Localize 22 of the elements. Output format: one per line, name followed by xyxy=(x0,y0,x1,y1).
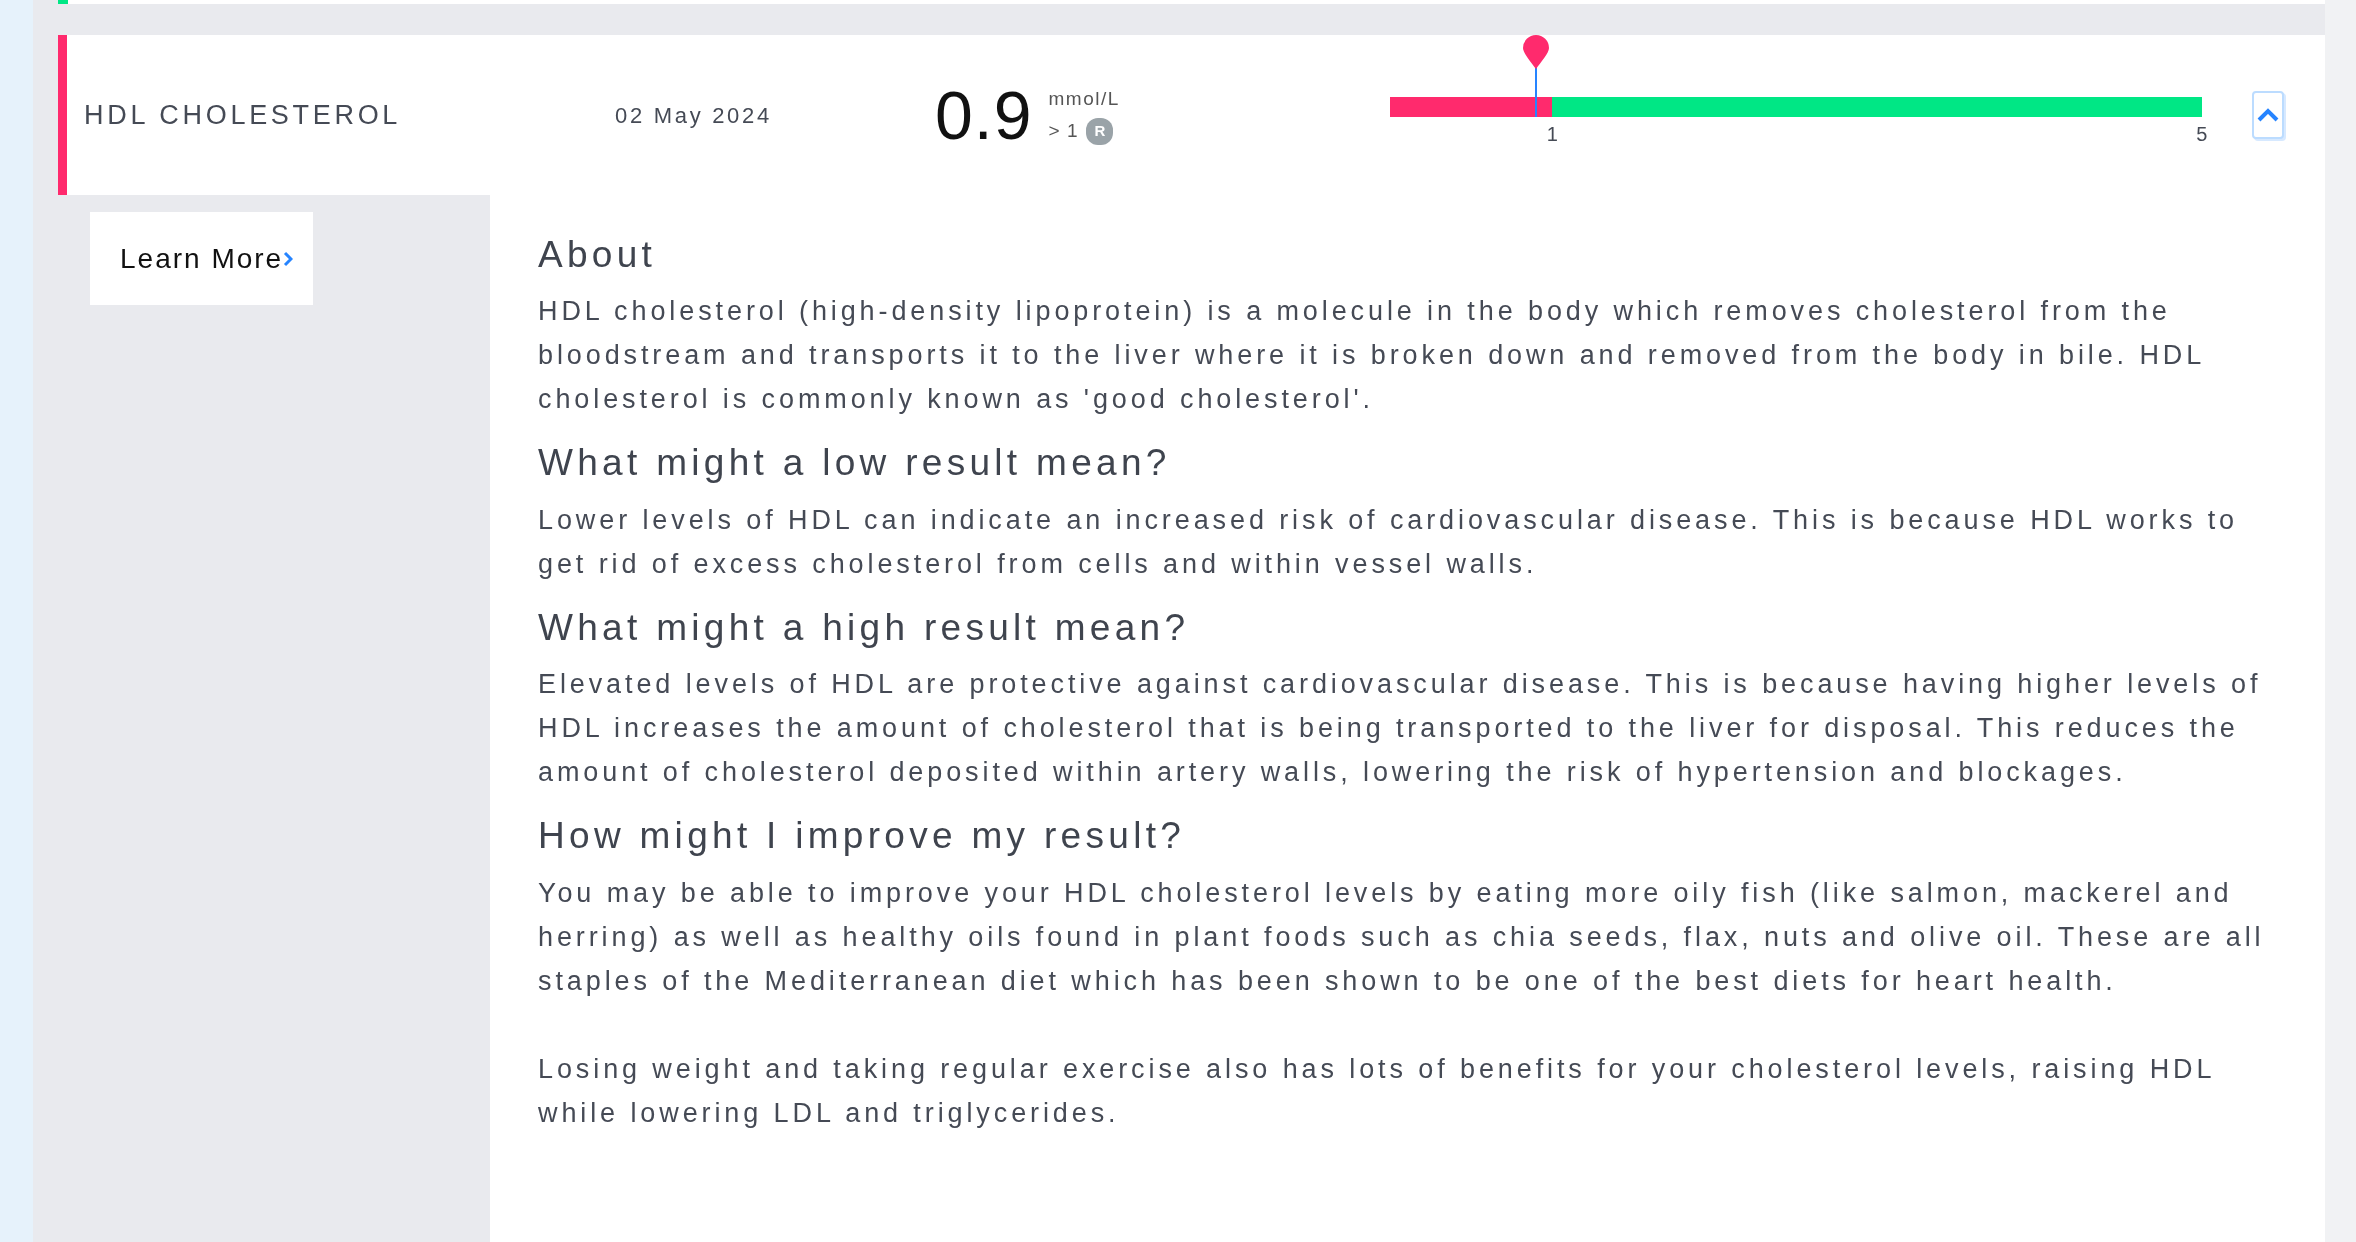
sidebar-item[interactable]: Learn More xyxy=(90,212,314,305)
section-heading: What might a low result mean? xyxy=(538,441,1172,486)
result-name: HDL CHOLESTEROL xyxy=(83,98,403,132)
status-mark xyxy=(58,0,68,4)
paragraph: Losing weight and taking regular exercise also has lots of benefits for your cholesterol levels, raising HDL while lowering LDL and triglycerides. xyxy=(538,1052,2216,1130)
paragraph: You may be able to improve your HDL cholesterol levels by eating more oily fish (like salmon, mackerel and herring) as well as healthy oils found in plant foods such as chia seeds, flax, nuts and olive oil. These are all staples of the Mediterranean diet which has been shown to be one of the best diets for heart health. xyxy=(538,876,2266,998)
reference-badge: R xyxy=(1086,118,1114,145)
section-heading: How might I improve my result? xyxy=(538,814,1187,859)
paragraph: HDL cholesterol (high-density lipoprotein) is a molecule in the body which removes cholesterol from the bloodstream and transports it to the liver where it is broken down and removed from the body in bile. HDL cholesterol is commonly known as 'good cholesterol'. xyxy=(538,295,2206,417)
unit-label: mmol/L xyxy=(1048,86,1120,111)
tick-label: 5 xyxy=(2196,122,2208,147)
collapse-button[interactable] xyxy=(2251,91,2284,139)
chevron-right-icon xyxy=(283,250,294,267)
section-heading: What might a high result mean? xyxy=(538,605,1191,650)
section-heading: About xyxy=(538,233,658,277)
result-value: 0.9 xyxy=(935,81,1033,149)
chevron-up-icon xyxy=(2256,108,2279,122)
paragraph: Elevated levels of HDL are protective against cardiovascular disease. This is because having higher levels of HDL increases the amount of cholesterol that is being transported to the liver for disposal. This reduces the amount of cholesterol deposited within artery walls, lowering the risk of hypertension and blockages. xyxy=(538,668,2263,790)
reference-range: > 1 xyxy=(1048,119,1079,143)
tick-label: 1 xyxy=(1546,122,1558,147)
result-date: 02 May 2024 xyxy=(615,101,773,130)
paragraph: Lower levels of HDL can indicate an increased risk of cardiovascular disease. This is because HDL works to get rid of excess cholesterol from cells and within vessel walls. xyxy=(538,503,2239,581)
